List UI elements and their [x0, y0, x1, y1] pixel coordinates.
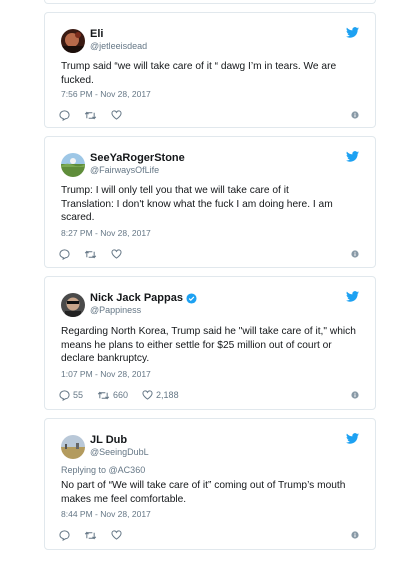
like-icon	[111, 110, 122, 120]
like-icon	[142, 390, 153, 400]
reply-icon	[59, 529, 70, 541]
like-button[interactable]	[111, 110, 122, 120]
like-button[interactable]: 2,188	[142, 390, 179, 400]
display-name[interactable]: Nick Jack Pappas	[90, 292, 197, 304]
like-button[interactable]	[111, 249, 122, 259]
previous-tweet-card-edge	[44, 0, 376, 4]
twitter-bird-icon[interactable]	[346, 433, 359, 444]
avatar[interactable]	[61, 29, 85, 53]
tweet-text: Trump: I will only tell you that we will…	[61, 185, 333, 223]
reply-icon	[59, 248, 70, 260]
retweet-icon	[84, 250, 97, 258]
user-handle[interactable]: @FairwaysOfLife	[90, 165, 159, 175]
info-icon[interactable]	[351, 531, 359, 539]
info-icon[interactable]	[351, 111, 359, 119]
twitter-bird-icon[interactable]	[346, 291, 359, 302]
like-button[interactable]	[111, 530, 122, 540]
retweet-count: 660	[113, 390, 129, 400]
reply-count: 55	[73, 390, 84, 400]
avatar[interactable]	[61, 293, 85, 317]
retweet-button[interactable]	[84, 249, 97, 260]
display-name[interactable]: Eli	[90, 28, 103, 40]
avatar[interactable]	[61, 435, 85, 459]
verified-badge-icon	[186, 292, 197, 304]
display-name[interactable]: JL Dub	[90, 434, 127, 446]
tweet-actions	[59, 529, 136, 541]
reply-button[interactable]	[59, 529, 70, 541]
tweet-text: Trump said “we will take care of it “ da…	[61, 61, 337, 86]
info-icon[interactable]	[351, 250, 359, 258]
timestamp[interactable]: 8:27 PM - Nov 28, 2017	[61, 228, 151, 238]
retweet-icon	[97, 391, 110, 399]
retweet-button[interactable]: 660	[97, 390, 128, 401]
user-handle[interactable]: @jetleeisdead	[90, 41, 147, 51]
reply-button[interactable]: 55	[59, 389, 84, 401]
reply-button[interactable]	[59, 109, 70, 121]
tweet-text: No part of “We will take care of it” com…	[61, 480, 346, 505]
tweet-card[interactable]: JL Dub @SeeingDubL Replying to @AC360 No…	[44, 418, 376, 550]
like-icon	[111, 249, 122, 259]
user-handle[interactable]: @Pappiness	[90, 305, 141, 315]
replying-to: Replying to @AC360	[61, 465, 146, 475]
tweet-text: Regarding North Korea, Trump said he "wi…	[61, 326, 356, 364]
timestamp[interactable]: 1:07 PM - Nov 28, 2017	[61, 369, 151, 379]
tweet-actions	[59, 248, 136, 260]
timestamp[interactable]: 7:56 PM - Nov 28, 2017	[61, 89, 151, 99]
avatar[interactable]	[61, 153, 85, 177]
tweet-card[interactable]: Nick Jack Pappas @Pappiness Regarding No…	[44, 276, 376, 410]
reply-icon	[59, 389, 70, 401]
twitter-bird-icon[interactable]	[346, 27, 359, 38]
reply-icon	[59, 109, 70, 121]
like-count: 2,188	[156, 390, 179, 400]
retweet-icon	[84, 531, 97, 539]
twitter-bird-icon[interactable]	[346, 151, 359, 162]
tweet-card[interactable]: Eli @jetleeisdead Trump said “we will ta…	[44, 12, 376, 128]
tweet-actions	[59, 109, 136, 121]
user-handle[interactable]: @SeeingDubL	[90, 447, 149, 457]
info-icon[interactable]	[351, 391, 359, 399]
tweet-card[interactable]: SeeYaRogerStone @FairwaysOfLife Trump: I…	[44, 136, 376, 268]
timestamp[interactable]: 8:44 PM - Nov 28, 2017	[61, 509, 151, 519]
like-icon	[111, 530, 122, 540]
retweet-button[interactable]	[84, 110, 97, 121]
reply-button[interactable]	[59, 248, 70, 260]
retweet-icon	[84, 111, 97, 119]
tweet-actions: 55 660 2,188	[59, 389, 193, 401]
retweet-button[interactable]	[84, 530, 97, 541]
reply-to-handle[interactable]: @AC360	[109, 465, 146, 475]
display-name[interactable]: SeeYaRogerStone	[90, 152, 185, 164]
